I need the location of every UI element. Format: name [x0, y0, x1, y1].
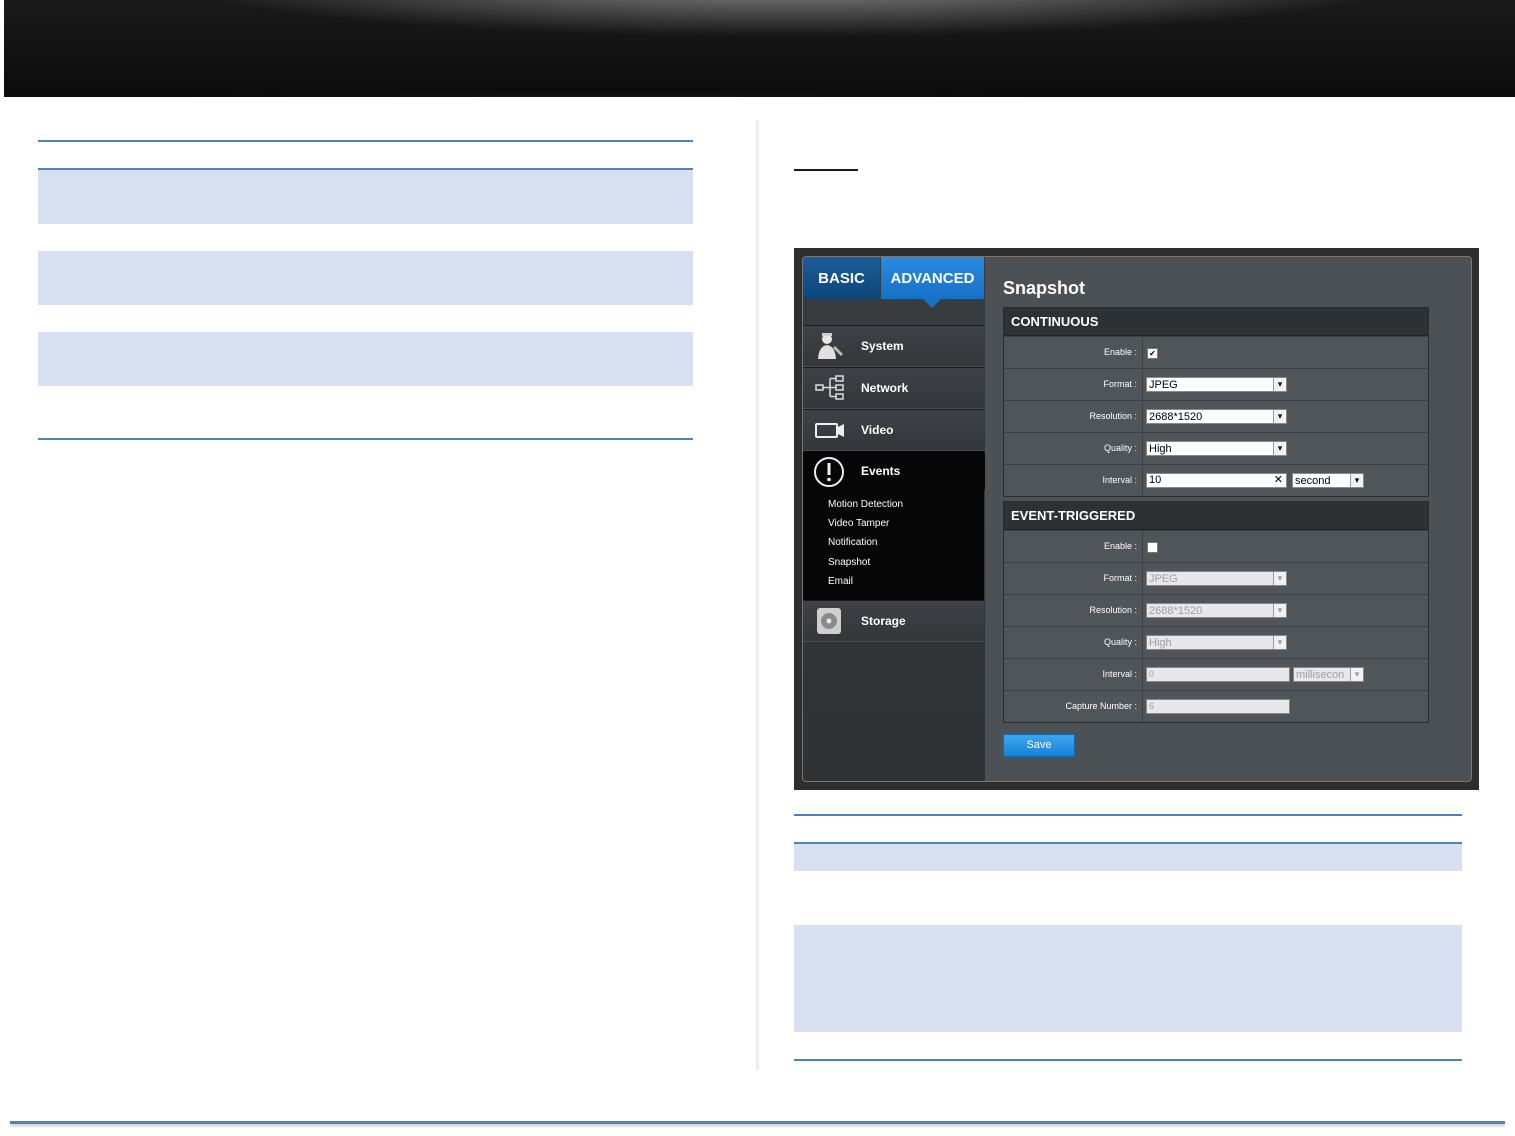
select-value: 2688*1520	[1149, 411, 1203, 423]
right-rule-top	[794, 814, 1462, 816]
sidebar: BASIC ADVANCED System Network Video Even…	[803, 257, 991, 781]
submenu-email[interactable]: Email	[828, 576, 853, 587]
settings-panel: Snapshot CONTINUOUS Enable : ✔ Format : …	[985, 257, 1471, 781]
hard-disk-icon	[817, 608, 841, 634]
right-shaded-row-2	[794, 925, 1462, 1032]
interval-row: Interval : 10 ✕ second ▾	[1004, 464, 1428, 496]
format-row: Format : JPEG ▾	[1004, 562, 1428, 594]
enable-checkbox[interactable]: ✔	[1147, 348, 1158, 359]
footer-rule	[10, 1121, 1505, 1124]
chevron-down-icon: ▾	[1273, 410, 1286, 423]
heading-underline	[794, 169, 858, 171]
enable-checkbox[interactable]	[1147, 542, 1158, 553]
input-value: 10	[1149, 474, 1162, 486]
chevron-down-icon: ▾	[1273, 604, 1286, 617]
video-camera-icon	[815, 423, 844, 438]
enable-row: Enable : ✔	[1004, 336, 1428, 368]
sidebar-item-label: Storage	[861, 614, 906, 628]
capture-number-row: Capture Number : 6	[1004, 690, 1428, 722]
network-tree-icon	[815, 375, 844, 400]
sidebar-item-events[interactable]: Events Motion Detection Video Tamper Not…	[803, 451, 984, 600]
interval-unit-select[interactable]: second ▾	[1292, 473, 1364, 488]
field-label: Interval :	[1102, 475, 1137, 485]
quality-row: Quality : High ▾	[1004, 626, 1428, 658]
sidebar-item-storage[interactable]: Storage	[803, 600, 984, 642]
header-banner	[4, 0, 1515, 97]
field-label: Resolution :	[1089, 411, 1137, 421]
field-label: Format :	[1103, 379, 1137, 389]
select-value: JPEG	[1149, 573, 1178, 585]
chevron-down-icon: ▾	[1273, 442, 1286, 455]
section-heading: EVENT-TRIGGERED	[1004, 502, 1428, 530]
chevron-down-icon: ▾	[1273, 378, 1286, 391]
capture-number-input[interactable]: 6	[1146, 699, 1290, 714]
left-shaded-row-2	[38, 251, 693, 305]
select-value: millisecon	[1296, 669, 1345, 681]
event-triggered-section: EVENT-TRIGGERED Enable : Format : JPEG ▾ …	[1003, 501, 1429, 723]
field-label: Quality :	[1103, 637, 1137, 647]
technician-icon	[818, 333, 843, 359]
interval-unit-select[interactable]: millisecon ▾	[1293, 667, 1364, 682]
tab-advanced[interactable]: ADVANCED	[881, 257, 984, 299]
quality-row: Quality : High ▾	[1004, 432, 1428, 464]
tab-basic[interactable]: BASIC	[803, 257, 880, 299]
right-rule-bottom	[794, 1059, 1462, 1061]
resolution-select[interactable]: 2688*1520 ▾	[1146, 603, 1287, 618]
chevron-down-icon: ▾	[1273, 572, 1286, 585]
alert-icon	[814, 457, 844, 487]
sidebar-item-network[interactable]: Network	[803, 367, 984, 409]
format-select[interactable]: JPEG ▾	[1146, 571, 1287, 586]
submenu-snapshot[interactable]: Snapshot	[828, 557, 870, 568]
resolution-row: Resolution : 2688*1520 ▾	[1004, 594, 1428, 626]
select-value: High	[1149, 443, 1172, 455]
sidebar-item-label: Network	[861, 381, 909, 395]
camera-web-ui: BASIC ADVANCED System Network Video Even…	[802, 256, 1472, 782]
enable-row: Enable :	[1004, 530, 1428, 562]
resolution-row: Resolution : 2688*1520 ▾	[1004, 400, 1428, 432]
left-shaded-row-1	[38, 170, 693, 224]
interval-row: Interval : 0 millisecon ▾	[1004, 658, 1428, 690]
clear-icon[interactable]: ✕	[1274, 474, 1283, 487]
field-label: Quality :	[1103, 443, 1137, 453]
resolution-select[interactable]: 2688*1520 ▾	[1146, 409, 1287, 424]
field-label: Format :	[1103, 573, 1137, 583]
quality-select[interactable]: High ▾	[1146, 441, 1287, 456]
select-value: High	[1149, 637, 1172, 649]
select-value: JPEG	[1149, 379, 1178, 391]
submenu-video-tamper[interactable]: Video Tamper	[828, 518, 889, 529]
sidebar-item-label: Video	[861, 423, 894, 437]
interval-input[interactable]: 10 ✕	[1146, 473, 1287, 488]
sidebar-item-label: System	[861, 339, 904, 353]
continuous-section: CONTINUOUS Enable : ✔ Format : JPEG ▾ Res…	[1003, 307, 1429, 497]
sidebar-item-system[interactable]: System	[803, 325, 984, 367]
interval-input[interactable]: 0	[1146, 667, 1290, 682]
sidebar-item-video[interactable]: Video	[803, 409, 984, 451]
quality-select[interactable]: High ▾	[1146, 635, 1287, 650]
left-rule-bottom	[38, 438, 693, 440]
field-label: Interval :	[1102, 669, 1137, 679]
section-heading: CONTINUOUS	[1004, 308, 1428, 336]
chevron-down-icon: ▾	[1350, 668, 1363, 681]
column-divider	[755, 120, 760, 1070]
left-shaded-row-3	[38, 332, 693, 386]
page-title: Snapshot	[1003, 278, 1086, 298]
save-button[interactable]: Save	[1003, 734, 1075, 757]
left-rule-top	[38, 140, 693, 142]
sidebar-item-label: Events	[861, 464, 901, 478]
format-select[interactable]: JPEG ▾	[1146, 377, 1287, 392]
snapshot-settings-screenshot: BASIC ADVANCED System Network Video Even…	[794, 248, 1479, 790]
active-tab-pointer	[923, 299, 941, 308]
chevron-down-icon: ▾	[1350, 474, 1363, 487]
field-label: Enable :	[1103, 347, 1137, 357]
submenu-notification[interactable]: Notification	[828, 537, 877, 548]
right-shaded-row-1	[794, 844, 1462, 871]
field-label: Resolution :	[1089, 605, 1137, 615]
select-value: 2688*1520	[1149, 605, 1203, 617]
field-label: Enable :	[1103, 541, 1137, 551]
field-label: Capture Number :	[1065, 701, 1137, 711]
format-row: Format : JPEG ▾	[1004, 368, 1428, 400]
submenu-motion-detection[interactable]: Motion Detection	[828, 499, 903, 510]
select-value: second	[1295, 475, 1331, 487]
chevron-down-icon: ▾	[1273, 636, 1286, 649]
